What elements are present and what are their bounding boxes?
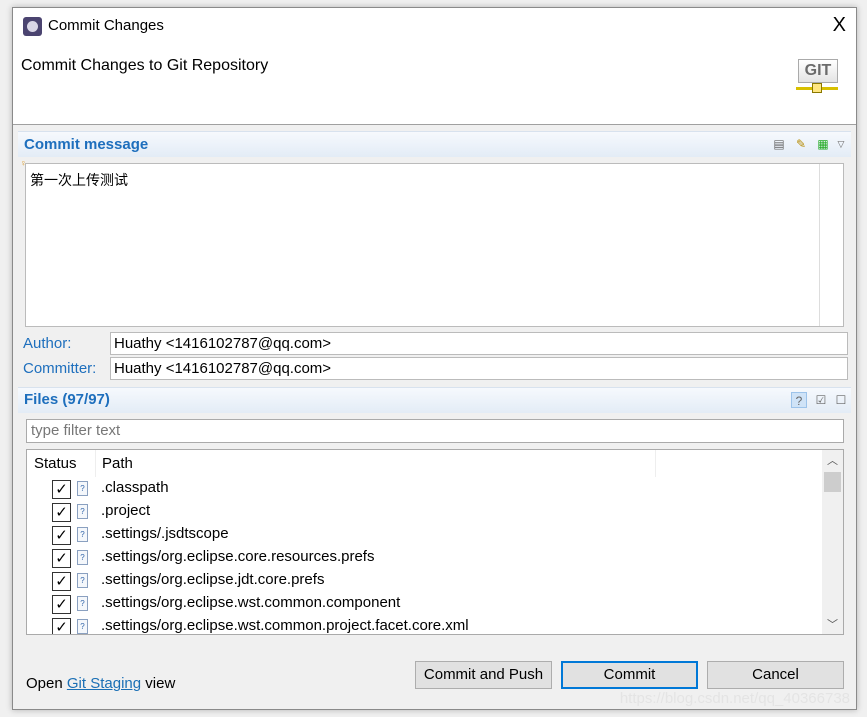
open-staging-text: Open Git Staging view xyxy=(26,675,176,692)
file-path: .settings/.jsdtscope xyxy=(101,525,229,542)
commit-and-push-button[interactable]: Commit and Push xyxy=(415,661,552,689)
banner: Commit Changes to Git Repository GIT xyxy=(13,45,856,125)
text-file-icon: ? xyxy=(77,550,88,565)
table-row[interactable]: ✓? .settings/org.eclipse.core.resources.p… xyxy=(27,546,817,569)
change-id-icon[interactable]: ▦ xyxy=(815,136,831,152)
commit-message-header: Commit message ▤ ✎ ▦ ▽ xyxy=(18,131,851,157)
file-path: .settings/org.eclipse.wst.common.project… xyxy=(101,617,469,634)
file-path: .classpath xyxy=(101,479,169,496)
file-checkbox[interactable]: ✓ xyxy=(52,549,71,568)
cancel-button[interactable]: Cancel xyxy=(707,661,844,689)
table-row[interactable]: ✓? .classpath xyxy=(27,477,817,500)
filter-input[interactable]: type filter text xyxy=(26,419,844,443)
xml-file-icon: ? xyxy=(77,619,88,634)
files-header: Files (97/97) ? ☑ ☐ xyxy=(18,387,851,413)
table-row[interactable]: ✓? .project xyxy=(27,500,817,523)
xml-file-icon: ? xyxy=(77,504,88,519)
amend-icon[interactable]: ▤ xyxy=(771,136,787,152)
files-title: Files (97/97) xyxy=(24,391,110,408)
xml-file-icon: ? xyxy=(77,596,88,611)
title-bar: Commit Changes X xyxy=(13,8,856,45)
file-path: .project xyxy=(101,502,151,519)
git-logo-icon: GIT xyxy=(796,59,842,97)
xml-file-icon: ? xyxy=(77,527,88,542)
file-path: .settings/org.eclipse.wst.common.compone… xyxy=(101,594,401,611)
table-row[interactable]: ✓? .settings/.jsdtscope xyxy=(27,523,817,546)
commit-button[interactable]: Commit xyxy=(561,661,698,689)
files-table: Status Path ✓? .classpath ✓? .project ✓? .set… xyxy=(26,449,844,635)
file-checkbox[interactable]: ✓ xyxy=(52,595,71,614)
files-scrollbar[interactable]: ︿ ﹀ xyxy=(822,450,843,634)
commit-dialog: Commit Changes X Commit Changes to Git R… xyxy=(12,7,857,710)
signed-off-icon[interactable]: ✎ xyxy=(793,136,809,152)
author-field[interactable]: Huathy <1416102787@qq.com> xyxy=(110,332,848,355)
view-menu-icon[interactable]: ▽ xyxy=(833,136,849,152)
file-path: .settings/org.eclipse.jdt.core.prefs xyxy=(101,571,325,588)
window-title: Commit Changes xyxy=(48,17,164,34)
watermark: https://blog.csdn.net/qq_40366738 xyxy=(619,690,850,707)
column-status[interactable]: Status xyxy=(27,450,96,477)
xml-file-icon: ? xyxy=(77,481,88,496)
file-checkbox[interactable]: ✓ xyxy=(52,526,71,545)
close-button[interactable]: X xyxy=(833,14,846,37)
file-checkbox[interactable]: ✓ xyxy=(52,572,71,591)
file-checkbox[interactable]: ✓ xyxy=(52,503,71,522)
table-row[interactable]: ✓? .settings/org.eclipse.jdt.core.prefs xyxy=(27,569,817,592)
deselect-all-icon[interactable]: ☐ xyxy=(833,392,849,408)
banner-title: Commit Changes to Git Repository xyxy=(21,57,269,74)
scroll-thumb[interactable] xyxy=(824,472,841,492)
git-staging-link[interactable]: Git Staging xyxy=(67,675,141,692)
file-path: .settings/org.eclipse.core.resources.pre… xyxy=(101,548,375,565)
scroll-down-icon[interactable]: ﹀ xyxy=(822,616,843,632)
column-path[interactable]: Path xyxy=(96,450,656,477)
show-untracked-icon[interactable]: ? xyxy=(791,392,807,408)
message-scrollbar[interactable] xyxy=(819,164,843,326)
commit-message-input[interactable]: 第一次上传测试 xyxy=(25,163,844,327)
file-checkbox[interactable]: ✓ xyxy=(52,618,71,634)
text-file-icon: ? xyxy=(77,573,88,588)
commit-message-title: Commit message xyxy=(24,136,149,153)
table-row[interactable]: ✓? .settings/org.eclipse.wst.common.compo… xyxy=(27,592,817,615)
committer-label: Committer: xyxy=(23,360,97,377)
author-label: Author: xyxy=(23,335,72,352)
select-all-icon[interactable]: ☑ xyxy=(813,392,829,408)
eclipse-icon xyxy=(23,17,42,36)
committer-field[interactable]: Huathy <1416102787@qq.com> xyxy=(110,357,848,380)
scroll-up-icon[interactable]: ︿ xyxy=(822,452,843,468)
table-row[interactable]: ✓? .settings/org.eclipse.wst.common.proje… xyxy=(27,615,817,634)
file-checkbox[interactable]: ✓ xyxy=(52,480,71,499)
